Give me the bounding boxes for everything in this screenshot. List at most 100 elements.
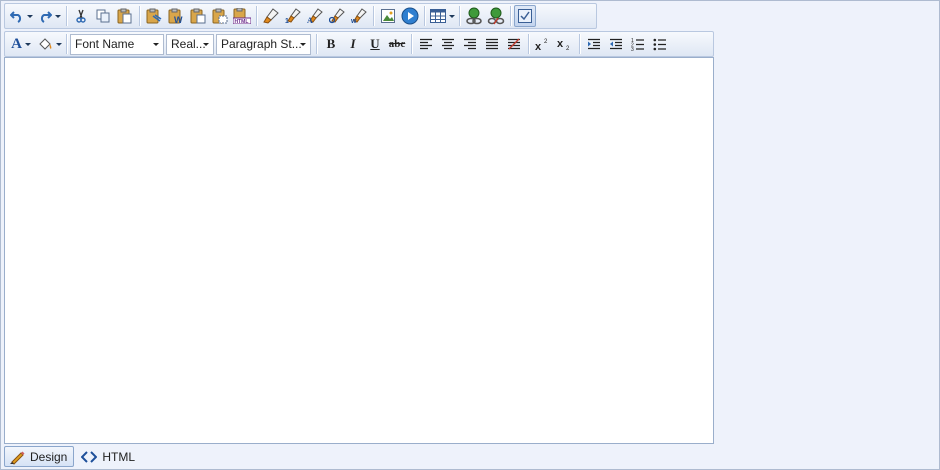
code-brackets-icon: [81, 450, 98, 463]
bold-button[interactable]: B: [320, 33, 342, 55]
insert-image-button[interactable]: [377, 5, 399, 27]
strikethrough-icon: abc: [388, 38, 406, 50]
paragraph-style-dropdown[interactable]: Paragraph St...: [216, 33, 311, 55]
cut-button[interactable]: [70, 5, 92, 27]
align-center-icon: [442, 38, 454, 50]
brush-a-icon: A: [307, 8, 323, 24]
paste-text-button[interactable]: [143, 5, 165, 27]
align-justify-icon: [486, 38, 498, 50]
superscript-button[interactable]: x2: [532, 33, 554, 55]
insert-table-button[interactable]: [428, 5, 456, 27]
brush-icon: [263, 8, 279, 24]
outdent-button[interactable]: [605, 33, 627, 55]
separator: [528, 34, 529, 54]
brush-2-icon: [329, 8, 345, 24]
align-remove-button[interactable]: [503, 33, 525, 55]
fullscreen-button[interactable]: [514, 5, 536, 27]
underline-icon: U: [370, 36, 380, 51]
insert-media-button[interactable]: [399, 5, 421, 27]
undo-button[interactable]: [7, 5, 35, 27]
redo-icon: [40, 11, 52, 23]
separator: [139, 6, 140, 26]
numbered-list-button[interactable]: 123: [627, 33, 649, 55]
redo-button[interactable]: [35, 5, 63, 27]
chevron-down-icon[interactable]: [26, 14, 33, 18]
separator: [510, 6, 511, 26]
paragraph-style-value: Paragraph St...: [221, 37, 302, 51]
chevron-down-icon[interactable]: [55, 42, 62, 46]
chevron-down-icon[interactable]: [24, 42, 31, 46]
brush-3-icon: w: [351, 8, 367, 24]
svg-text:A: A: [307, 16, 313, 24]
italic-button[interactable]: I: [342, 33, 364, 55]
font-name-value: Font Name: [75, 37, 135, 51]
indent-button[interactable]: [583, 33, 605, 55]
align-justify-button[interactable]: [481, 33, 503, 55]
insert-link-button[interactable]: [463, 5, 485, 27]
chevron-down-icon[interactable]: [54, 14, 61, 18]
image-icon: [381, 9, 395, 23]
svg-text:1: 1: [285, 18, 289, 24]
align-right-icon: [464, 38, 476, 50]
superscript-icon: x2: [535, 39, 548, 51]
back-color-button[interactable]: [35, 33, 63, 55]
chevron-down-icon[interactable]: [448, 14, 455, 18]
subscript-button[interactable]: x2: [554, 33, 576, 55]
font-color-button[interactable]: A: [7, 33, 35, 55]
numbered-list-icon: 123: [631, 38, 644, 51]
bulleted-list-icon: [653, 38, 666, 51]
fullscreen-icon: [518, 9, 532, 23]
undo-icon: [9, 11, 21, 23]
chevron-down-icon: [300, 42, 306, 46]
mode-switcher: Design HTML: [4, 446, 144, 467]
content-editable-area[interactable]: [4, 57, 714, 444]
align-left-icon: [420, 38, 432, 50]
separator: [256, 6, 257, 26]
separator: [66, 6, 67, 26]
svg-text:2: 2: [566, 46, 570, 51]
paste-format-button[interactable]: [209, 5, 231, 27]
paste-word-button[interactable]: W: [165, 5, 187, 27]
brush-1-icon: 1: [285, 8, 301, 24]
indent-icon: [588, 38, 600, 50]
media-play-icon: [401, 7, 419, 25]
unlink-icon: [487, 7, 505, 25]
svg-text:x: x: [557, 38, 564, 50]
format-2-button[interactable]: [326, 5, 348, 27]
align-center-button[interactable]: [437, 33, 459, 55]
paste-plain-icon: [190, 8, 206, 24]
font-name-dropdown[interactable]: Font Name: [70, 33, 164, 55]
svg-text:x: x: [535, 41, 542, 51]
bold-icon: B: [326, 36, 336, 51]
format-clear-button[interactable]: [260, 5, 282, 27]
align-left-button[interactable]: [415, 33, 437, 55]
paste-html-button[interactable]: HTML: [231, 5, 253, 27]
paste-html-icon: HTML: [233, 8, 251, 24]
font-size-dropdown[interactable]: Real...: [166, 33, 214, 55]
design-mode-button[interactable]: Design: [4, 446, 75, 467]
paste-button[interactable]: [114, 5, 136, 27]
align-right-button[interactable]: [459, 33, 481, 55]
html-mode-button[interactable]: HTML: [76, 446, 142, 467]
bulleted-list-button[interactable]: [649, 33, 671, 55]
separator: [66, 34, 67, 54]
pencil-icon: [10, 451, 25, 465]
format-3-button[interactable]: w: [348, 5, 370, 27]
toolbar-format: A Font Name Real... Paragraph St... B I …: [4, 31, 714, 57]
copy-button[interactable]: [92, 5, 114, 27]
toolbar-edit: W HTML 1 A w: [4, 3, 597, 29]
font-size-value: Real...: [171, 37, 206, 51]
separator: [579, 34, 580, 54]
align-remove-icon: [508, 38, 520, 50]
strikethrough-button[interactable]: abc: [386, 33, 408, 55]
design-mode-label: Design: [30, 449, 68, 464]
remove-link-button[interactable]: [485, 5, 507, 27]
svg-text:HTML: HTML: [235, 19, 249, 24]
subscript-icon: x2: [557, 38, 570, 51]
paste-plain-button[interactable]: [187, 5, 209, 27]
paste-format-icon: [212, 8, 228, 24]
italic-icon: I: [350, 36, 356, 51]
underline-button[interactable]: U: [364, 33, 386, 55]
format-1-button[interactable]: 1: [282, 5, 304, 27]
format-a-button[interactable]: A: [304, 5, 326, 27]
